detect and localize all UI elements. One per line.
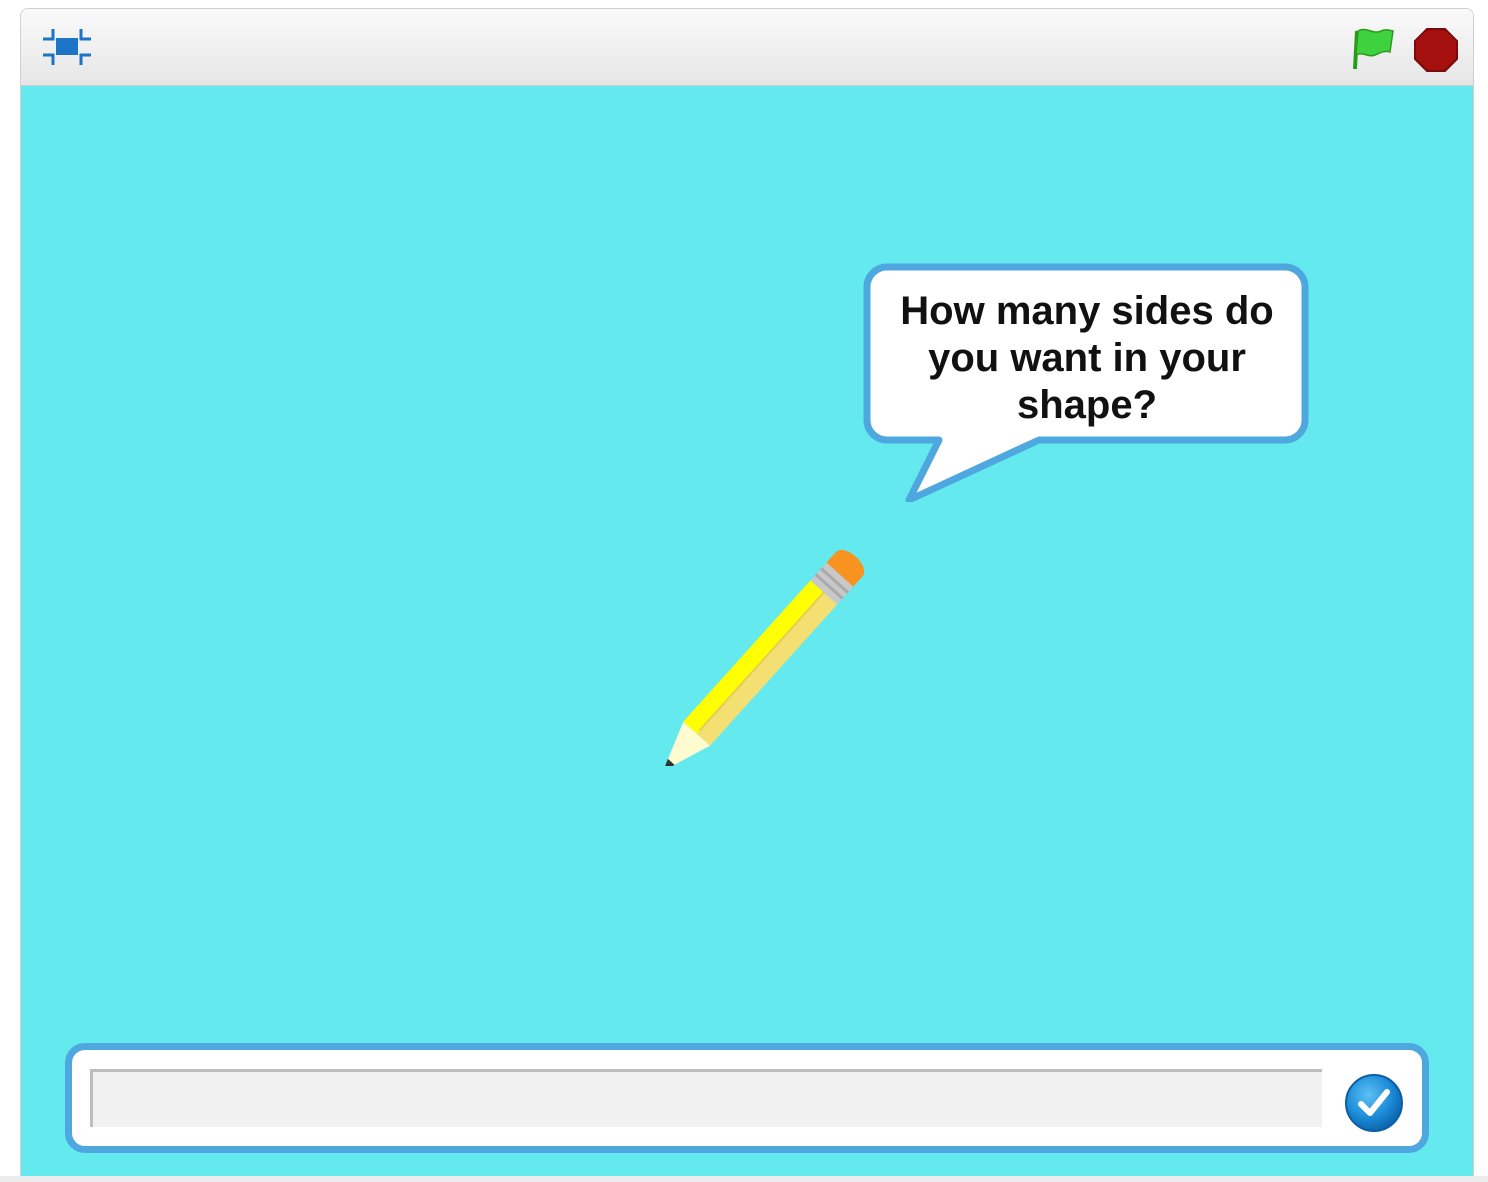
- speech-line: How many sides do: [900, 289, 1274, 333]
- pencil-sprite[interactable]: [651, 504, 891, 766]
- green-flag-icon: [1353, 28, 1394, 70]
- speech-line: you want in your: [928, 336, 1246, 380]
- project-player: How many sides do you want in your shape…: [20, 8, 1474, 1178]
- speech-line: shape?: [1016, 383, 1158, 427]
- green-flag-button[interactable]: [1347, 25, 1397, 73]
- fullscreen-button[interactable]: [39, 25, 95, 69]
- submit-answer-button[interactable]: [1344, 1073, 1404, 1133]
- player-controls-bar: [21, 9, 1473, 86]
- speech-bubble-text: How many sides do you want in your shape…: [887, 288, 1287, 429]
- stop-icon: [1414, 28, 1458, 72]
- checkmark-icon: [1345, 1074, 1403, 1132]
- fullscreen-icon: [43, 29, 91, 65]
- stop-button[interactable]: [1413, 27, 1459, 73]
- page-bottom-divider: [0, 1176, 1488, 1182]
- answer-input[interactable]: [90, 1069, 1322, 1127]
- stage[interactable]: How many sides do you want in your shape…: [21, 86, 1473, 1177]
- ask-prompt-box: [65, 1043, 1429, 1153]
